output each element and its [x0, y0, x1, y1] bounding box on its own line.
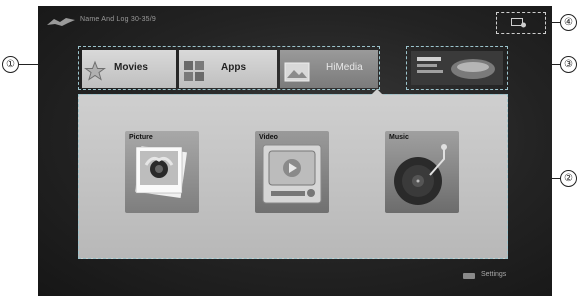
menu-key-icon [463, 273, 475, 279]
media-card-music-label: Music [389, 134, 409, 141]
settings-label: Settings [481, 271, 507, 278]
nav-tabs: Movies Apps HiMedia [78, 46, 380, 90]
tab-himedia-label: HiMedia [326, 62, 363, 73]
network-icon [511, 18, 526, 28]
tab-movies-label: Movies [114, 62, 148, 73]
status-text: Name And Log 30-35/9 [80, 16, 156, 23]
tab-apps-label: Apps [221, 62, 246, 73]
tv-screen: Name And Log 30-35/9 Movies Apps HiMedia… [38, 6, 552, 296]
status-bar: Name And Log 30-35/9 [38, 6, 552, 36]
tab-apps[interactable]: Apps [179, 50, 277, 88]
star-icon [84, 60, 106, 81]
image-icon [284, 62, 310, 82]
tab-movies[interactable]: Movies [82, 50, 176, 88]
apps-grid-icon [184, 61, 204, 81]
vinyl-record-icon [394, 144, 447, 205]
media-card-picture-label: Picture [129, 134, 153, 141]
network-status[interactable] [496, 12, 546, 34]
video-player-icon [262, 144, 322, 204]
recommendation-tile[interactable] [406, 46, 508, 90]
media-card-video[interactable]: Video [255, 131, 329, 213]
callout-2: ② [560, 170, 577, 187]
callout-1: ① [2, 56, 19, 73]
media-card-picture[interactable]: Picture [125, 131, 199, 213]
brand-logo-icon [47, 18, 75, 26]
media-panel: Picture Video Music [78, 89, 508, 259]
figure-canvas: { "status_bar": { "text": "Name And Log … [0, 0, 579, 296]
media-card-music[interactable]: Music [385, 131, 459, 213]
recommendation-thumbnail-graphic [411, 51, 503, 85]
picture-icon [135, 146, 187, 198]
recommendation-thumbnail [411, 51, 503, 85]
callout-4: ④ [560, 14, 577, 31]
media-card-video-label: Video [259, 134, 278, 141]
tab-himedia[interactable]: HiMedia [280, 50, 378, 88]
active-tab-pointer [371, 89, 383, 95]
callout-3: ③ [560, 56, 577, 73]
